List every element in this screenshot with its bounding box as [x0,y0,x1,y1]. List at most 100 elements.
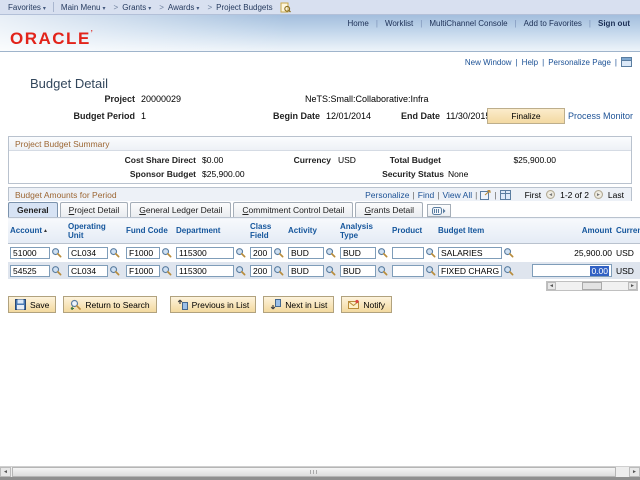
class-field-input[interactable] [250,246,272,259]
breadcrumb-search-icon[interactable] [280,2,291,13]
scroll-left-icon[interactable]: ◄ [0,467,11,477]
column-header-operating-unit[interactable]: Operating Unit [66,217,124,244]
department-input[interactable] [176,246,234,259]
personalize-link[interactable]: Personalize [365,190,409,200]
next-row-icon[interactable]: ► [593,190,603,199]
budget-item-input[interactable] [438,264,502,277]
return-to-search-button[interactable]: Return to Search [63,296,157,313]
operating-unit-input[interactable] [68,264,108,277]
scrollbar-thumb[interactable] [582,282,602,290]
lookup-icon[interactable] [325,247,336,258]
column-header-account[interactable]: Account▲ [8,217,66,244]
finalize-button[interactable]: Finalize [487,108,565,124]
amount-value: 25,900.00 [574,247,612,258]
column-header-fund-code[interactable]: Fund Code [124,217,174,244]
next-in-list-button[interactable]: Next in List [263,296,335,313]
breadcrumb-grants[interactable]: Grants ▾ [122,3,151,12]
product-input[interactable] [392,246,424,259]
lookup-icon[interactable] [109,265,120,276]
lookup-icon[interactable] [425,265,436,276]
lookup-icon[interactable] [161,265,172,276]
zoom-grid-icon[interactable] [480,189,491,200]
first-label[interactable]: First [525,190,542,200]
scroll-right-icon[interactable]: ► [629,467,640,477]
lookup-icon[interactable] [235,247,246,258]
view-all-link[interactable]: View All [443,190,473,200]
lookup-icon[interactable] [425,247,436,258]
lookup-icon[interactable] [273,247,284,258]
favorites-menu[interactable]: Favorites ▾ [8,3,46,12]
column-header-currency[interactable]: Currency [614,217,640,244]
lookup-icon[interactable] [503,247,514,258]
nav-separator: | [588,19,591,28]
nav-multichannel-console[interactable]: MultiChannel Console [429,19,507,28]
process-monitor-link[interactable]: Process Monitor [568,111,633,121]
column-header-activity[interactable]: Activity [286,217,338,244]
page-toolbar: Save Return to Search Previous in List N… [8,296,399,313]
http-icon[interactable] [621,57,632,67]
tab-general[interactable]: General [8,202,58,217]
amount-input-focused[interactable]: 0.00 [532,264,612,277]
nav-sign-out[interactable]: Sign out [598,19,630,28]
tab-grants-detail[interactable]: Grants Detail [355,202,424,217]
currency-code: USD [614,261,640,279]
lookup-icon[interactable] [273,265,284,276]
lookup-icon[interactable] [377,265,388,276]
scrollbar-thumb[interactable] [12,467,616,477]
link-separator: | [542,57,545,67]
nav-add-to-favorites[interactable]: Add to Favorites [524,19,582,28]
lookup-icon[interactable] [109,247,120,258]
lookup-icon[interactable] [51,265,62,276]
account-input[interactable] [10,264,50,277]
tab-commitment-control-detail[interactable]: Commitment Control Detail [233,202,354,217]
column-header-budget-item[interactable]: Budget Item [436,217,516,244]
activity-input[interactable] [288,264,324,277]
page-horizontal-scrollbar[interactable]: ◄ ► [0,466,640,477]
lookup-icon[interactable] [235,265,246,276]
help-link[interactable]: Help [522,58,538,67]
analysis-type-input[interactable] [340,246,376,259]
dropdown-arrow-icon: ▾ [148,5,152,12]
new-window-link[interactable]: New Window [465,58,512,67]
notify-button[interactable]: Notify [341,296,393,313]
link-separator: | [475,189,478,200]
fund-code-input[interactable] [126,246,160,259]
nav-home[interactable]: Home [348,19,369,28]
activity-input[interactable] [288,246,324,259]
product-input[interactable] [392,264,424,277]
column-header-class-field[interactable]: Class Field [248,217,286,244]
fund-code-input[interactable] [126,264,160,277]
department-input[interactable] [176,264,234,277]
show-all-columns-icon[interactable] [427,204,452,217]
lookup-icon[interactable] [503,265,514,276]
find-link[interactable]: Find [418,190,435,200]
scroll-right-icon[interactable]: ► [628,282,637,290]
scroll-left-icon[interactable]: ◄ [547,282,556,290]
download-icon[interactable] [499,189,511,200]
lookup-icon[interactable] [161,247,172,258]
class-field-input[interactable] [250,264,272,277]
budget-item-input[interactable] [438,246,502,259]
lookup-icon[interactable] [51,247,62,258]
column-header-product[interactable]: Product [390,217,436,244]
lookup-icon[interactable] [377,247,388,258]
save-button[interactable]: Save [8,296,57,313]
analysis-type-input[interactable] [340,264,376,277]
breadcrumb-awards[interactable]: Awards ▾ [168,3,200,12]
column-header-department[interactable]: Department [174,217,248,244]
previous-in-list-button[interactable]: Previous in List [169,296,257,313]
main-menu[interactable]: Main Menu ▾ [61,3,106,12]
next-in-list-icon [271,299,282,310]
previous-row-icon[interactable]: ◄ [546,190,556,199]
tab-project-detail[interactable]: Project Detail [59,202,129,217]
nav-worklist[interactable]: Worklist [385,19,413,28]
column-header-analysis-type[interactable]: Analysis Type [338,217,390,244]
grid-horizontal-scrollbar[interactable]: ◄ ► [546,281,638,291]
lookup-icon[interactable] [325,265,336,276]
last-label[interactable]: Last [608,190,624,200]
tab-general-ledger-detail[interactable]: General Ledger Detail [130,202,232,217]
account-input[interactable] [10,246,50,259]
personalize-page-link[interactable]: Personalize Page [548,58,611,67]
column-header-amount[interactable]: Amount [516,217,614,244]
operating-unit-input[interactable] [68,246,108,259]
